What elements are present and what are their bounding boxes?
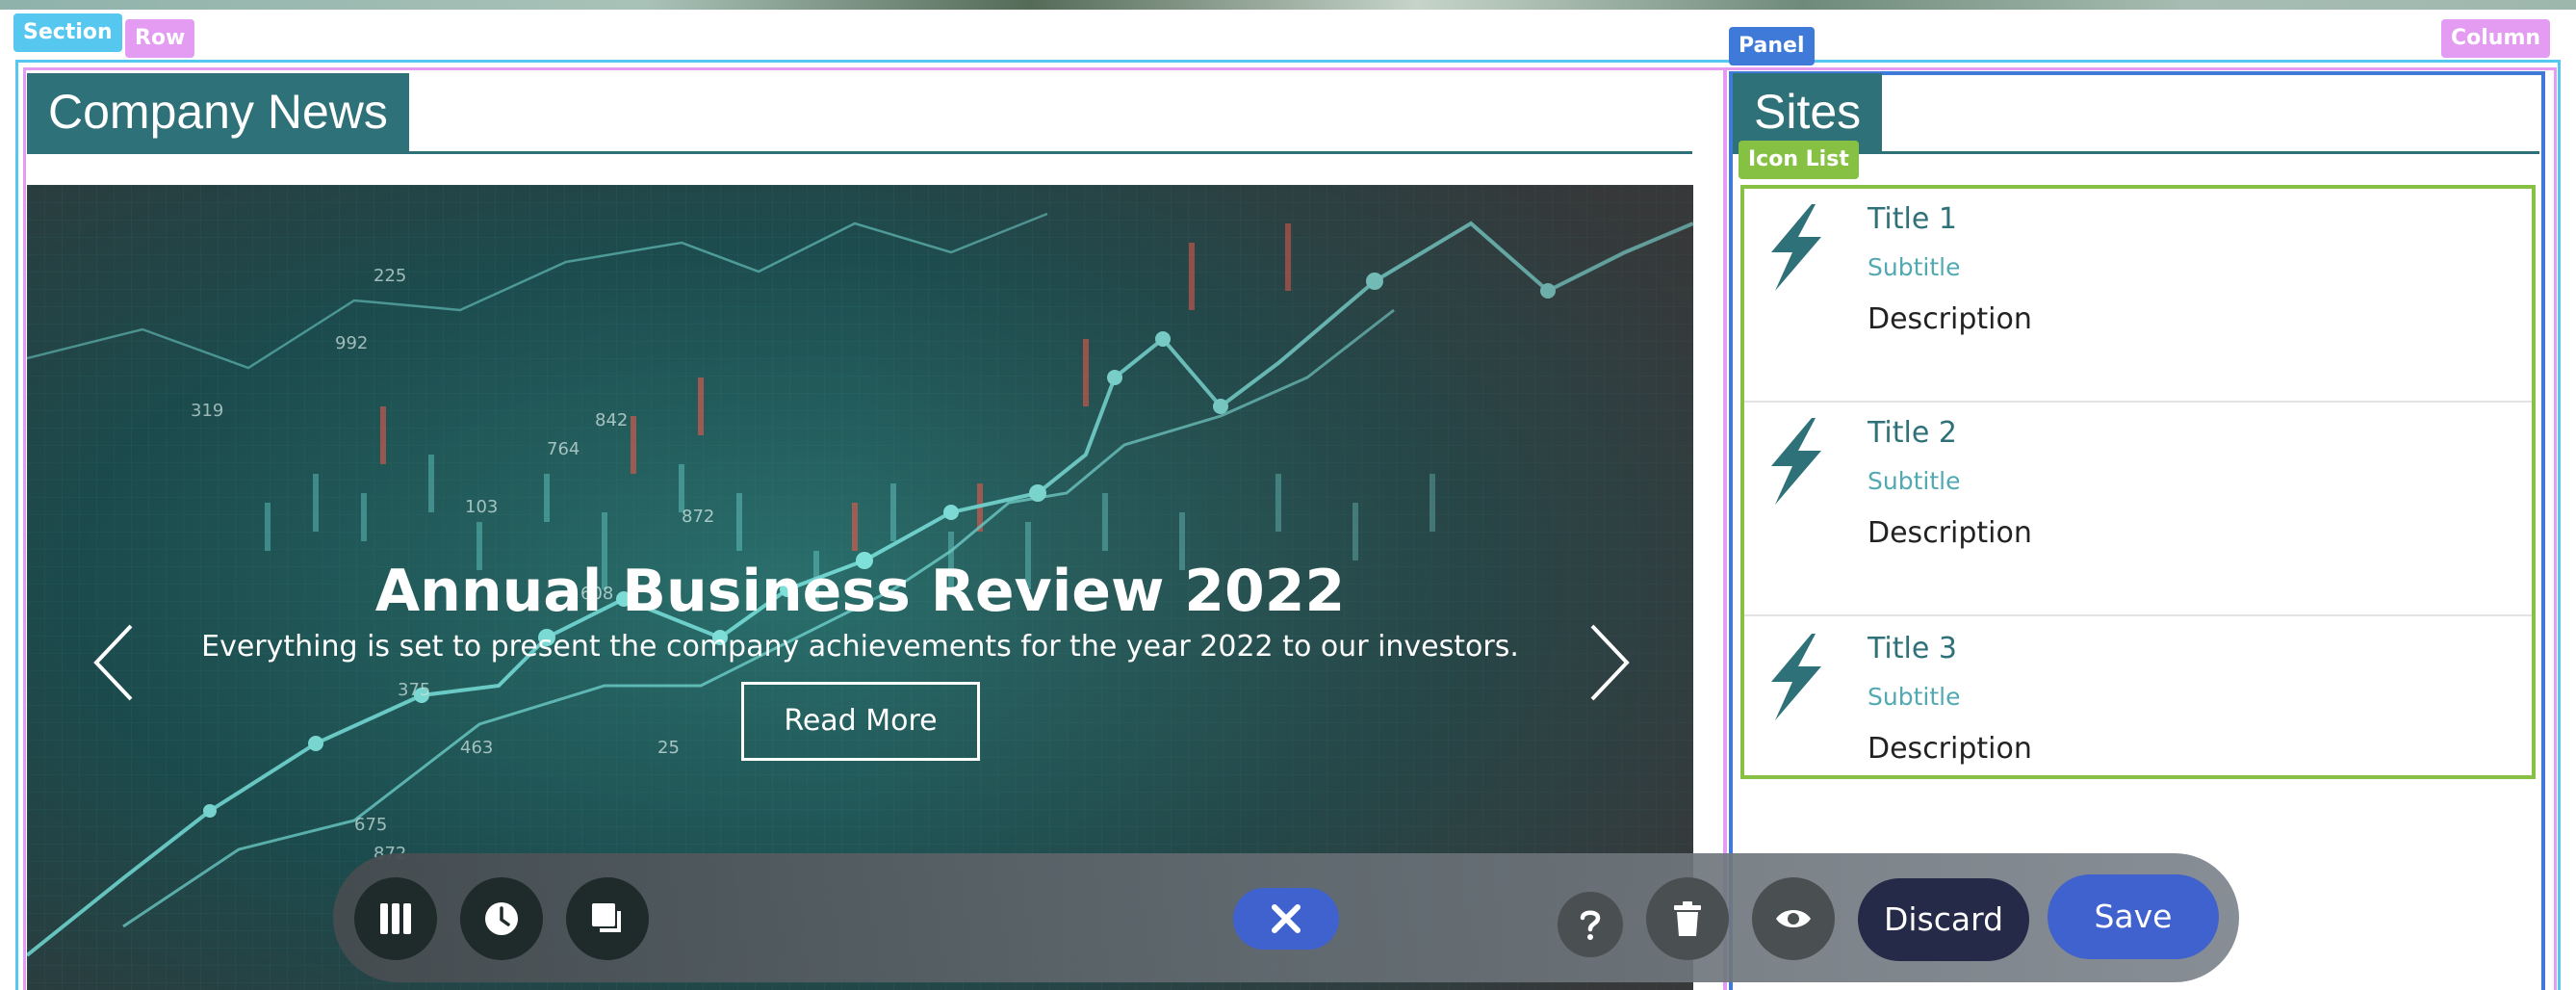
chevron-left-icon[interactable] bbox=[87, 614, 144, 711]
list-item[interactable]: Title 1 Subtitle Description bbox=[1744, 189, 2532, 403]
list-item[interactable]: Title 2 Subtitle Description bbox=[1744, 403, 2532, 616]
item-title: Title 1 bbox=[1868, 202, 1957, 236]
row-tag[interactable]: Row bbox=[125, 19, 195, 58]
eye-icon bbox=[1776, 910, 1811, 927]
chevron-right-icon[interactable] bbox=[1579, 614, 1636, 711]
columns-icon bbox=[380, 903, 411, 934]
item-title: Title 2 bbox=[1868, 416, 1957, 450]
columns-button[interactable] bbox=[354, 877, 437, 960]
history-button[interactable] bbox=[460, 877, 543, 960]
slide-text: Everything is set to present the company… bbox=[201, 630, 1519, 664]
item-subtitle: Subtitle bbox=[1868, 683, 1961, 711]
company-news-heading-bar: Company News bbox=[27, 73, 1692, 154]
preview-button[interactable] bbox=[1752, 877, 1835, 960]
lightning-icon bbox=[1771, 204, 1821, 291]
copy-icon bbox=[592, 903, 621, 932]
item-title: Title 3 bbox=[1868, 632, 1957, 665]
lightning-icon bbox=[1771, 634, 1821, 720]
item-description: Description bbox=[1868, 732, 2032, 766]
delete-button[interactable] bbox=[1646, 877, 1729, 960]
slide-title: Annual Business Review 2022 bbox=[374, 558, 1346, 625]
read-more-button[interactable]: Read More bbox=[741, 682, 980, 761]
company-news-heading: Company News bbox=[27, 73, 409, 151]
discard-button[interactable]: Discard bbox=[1858, 878, 2029, 961]
item-description: Description bbox=[1868, 302, 2032, 336]
close-icon bbox=[1272, 904, 1301, 933]
duplicate-button[interactable] bbox=[566, 877, 649, 960]
item-description: Description bbox=[1868, 516, 2032, 550]
icon-list-tag[interactable]: Icon List bbox=[1739, 141, 1859, 179]
lightning-icon bbox=[1771, 418, 1821, 505]
item-subtitle: Subtitle bbox=[1868, 467, 1961, 495]
sites-heading: Sites bbox=[1733, 73, 1883, 151]
trash-icon bbox=[1674, 901, 1701, 936]
column-tag[interactable]: Column bbox=[2441, 19, 2551, 58]
clock-icon bbox=[485, 902, 518, 935]
header-image-strip bbox=[0, 0, 2576, 10]
save-button[interactable]: Save bbox=[2048, 874, 2219, 959]
panel-tag[interactable]: Panel bbox=[1729, 27, 1815, 65]
close-button[interactable] bbox=[1233, 888, 1339, 950]
help-icon bbox=[1580, 910, 1601, 940]
section-tag[interactable]: Section bbox=[13, 13, 122, 52]
list-item[interactable]: Title 3 Subtitle Description bbox=[1744, 618, 2532, 772]
item-subtitle: Subtitle bbox=[1868, 253, 1961, 281]
help-button[interactable] bbox=[1558, 892, 1623, 957]
